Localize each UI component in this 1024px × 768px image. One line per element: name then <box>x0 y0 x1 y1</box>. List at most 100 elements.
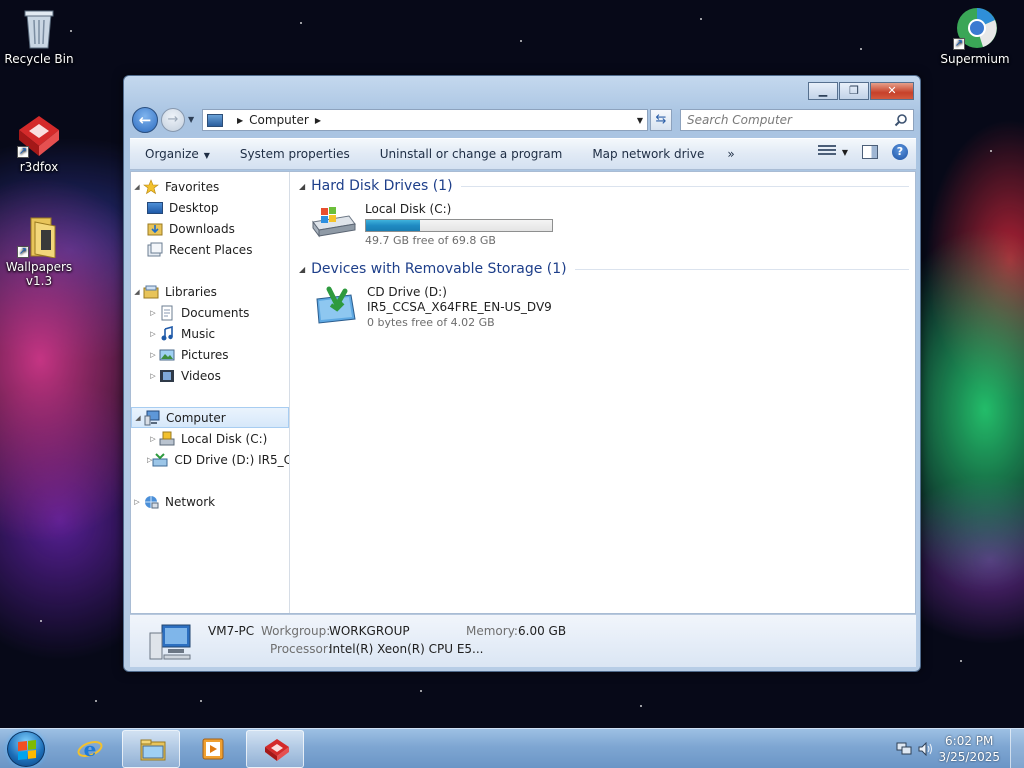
star-icon <box>143 178 159 194</box>
taskbar-internet-explorer[interactable]: e <box>60 730 118 768</box>
breadcrumb-arrow-icon[interactable]: ▶ <box>237 116 243 125</box>
refresh-button[interactable]: ⇆ <box>650 109 672 131</box>
collapsed-arrow-icon[interactable]: ▷ <box>147 351 159 359</box>
tree-item-videos[interactable]: ▷ Videos <box>131 365 289 386</box>
more-commands-button[interactable]: » <box>719 142 742 166</box>
forward-button[interactable]: → <box>161 108 185 132</box>
memory-value: 6.00 GB <box>518 624 567 638</box>
collapsed-arrow-icon[interactable]: ▷ <box>147 372 159 380</box>
tree-item-pictures[interactable]: ▷ Pictures <box>131 344 289 365</box>
drive-local-disk-c[interactable]: Local Disk (C:) 49.7 GB free of 69.8 GB <box>309 202 553 248</box>
tree-item-downloads[interactable]: Downloads <box>131 218 289 239</box>
tree-item-computer[interactable]: ◢ Computer <box>131 407 289 428</box>
downloads-folder-icon <box>147 223 163 235</box>
search-input[interactable] <box>687 113 887 127</box>
explorer-window: ▁ ❐ ✕ ← → ▼ ▶ Computer ▶ ▼ ⇆ Organize ▼ S… <box>123 75 921 672</box>
group-header-removable-storage[interactable]: ◢ Devices with Removable Storage (1) <box>299 261 909 277</box>
main-pane: ◢ Hard Disk Drives (1) Local Disk (C:) 4… <box>291 172 915 613</box>
breadcrumb-computer[interactable]: Computer <box>249 113 309 127</box>
tree-item-network[interactable]: ▷ Network <box>131 491 289 512</box>
processor-value: Intel(R) Xeon(R) CPU E5... <box>329 642 484 656</box>
collapsed-arrow-icon[interactable]: ▷ <box>147 435 159 443</box>
navigation-pane: ◢ Favorites Desktop Downloads Recent Pla… <box>131 172 290 613</box>
system-tray: 6:02 PM 3/25/2025 <box>884 729 1024 768</box>
desktop-icon-recycle-bin[interactable]: Recycle Bin <box>1 6 77 66</box>
clock[interactable]: 6:02 PM 3/25/2025 <box>938 733 1000 765</box>
collapsed-arrow-icon[interactable]: ▷ <box>147 309 159 317</box>
breadcrumb-arrow-icon[interactable]: ▶ <box>315 116 321 125</box>
tree-item-recent-places[interactable]: Recent Places <box>131 239 289 260</box>
tree-item-local-disk[interactable]: ▷ Local Disk (C:) <box>131 428 289 449</box>
address-dropdown-icon[interactable]: ▼ <box>637 116 643 125</box>
tree-item-music[interactable]: ▷ Music <box>131 323 289 344</box>
recent-pages-dropdown[interactable]: ▼ <box>188 115 194 124</box>
collapse-arrow-icon[interactable]: ◢ <box>299 265 305 274</box>
taskbar-r3dfox[interactable] <box>246 730 304 768</box>
workgroup-value: WORKGROUP <box>329 624 410 638</box>
start-button[interactable] <box>7 731 45 767</box>
processor-label: Processor: <box>270 642 332 656</box>
tree-item-documents[interactable]: ▷ Documents <box>131 302 289 323</box>
desktop-icon-r3dfox[interactable]: ↗ r3dfox <box>1 114 77 174</box>
maximize-button[interactable]: ❐ <box>839 82 869 100</box>
command-bar: Organize ▼ System properties Uninstall or… <box>130 138 916 170</box>
search-box[interactable] <box>680 109 914 131</box>
workgroup-label: Workgroup: <box>261 624 331 638</box>
expand-arrow-icon[interactable]: ◢ <box>131 183 143 191</box>
back-button[interactable]: ← <box>132 107 158 133</box>
system-properties-button[interactable]: System properties <box>225 142 365 166</box>
group-divider <box>460 185 909 187</box>
desktop-icon-label: Supermium <box>940 52 1010 66</box>
desktop-icon-label: Wallpapers v1.3 <box>5 260 73 288</box>
group-title: Hard Disk Drives (1) <box>311 178 453 194</box>
cd-drive-icon <box>316 286 356 324</box>
tree-item-label: Favorites <box>165 179 220 194</box>
videos-icon <box>160 369 174 382</box>
taskbar-media-player[interactable] <box>184 730 242 768</box>
collapsed-arrow-icon[interactable]: ▷ <box>131 498 143 506</box>
search-icon[interactable] <box>894 113 908 127</box>
organize-button[interactable]: Organize ▼ <box>130 142 225 166</box>
taskbar: e 6:02 PM 3/25/2025 <box>0 728 1024 768</box>
internet-explorer-icon: e <box>77 737 103 761</box>
collapsed-arrow-icon[interactable]: ▷ <box>147 330 159 338</box>
chevron-down-icon: ▼ <box>203 151 210 160</box>
clock-time: 6:02 PM <box>945 734 994 748</box>
pictures-icon <box>159 349 175 360</box>
tree-item-label: Recent Places <box>169 242 253 257</box>
group-header-hard-disks[interactable]: ◢ Hard Disk Drives (1) <box>299 178 909 194</box>
taskbar-windows-explorer[interactable] <box>122 730 180 768</box>
change-view-button[interactable]: ▼ <box>817 145 848 159</box>
desktop-icon-wallpapers[interactable]: ↗ Wallpapers v1.3 <box>1 214 77 288</box>
tree-item-label: Local Disk (C:) <box>181 431 268 446</box>
close-button[interactable]: ✕ <box>870 82 914 100</box>
navigation-bar: ← → ▼ ▶ Computer ▶ ▼ ⇆ <box>132 107 914 133</box>
computer-icon <box>207 113 223 127</box>
windows-logo-icon <box>18 740 36 760</box>
show-desktop-button[interactable] <box>1010 729 1024 768</box>
tree-item-favorites[interactable]: ◢ Favorites <box>131 176 289 197</box>
drive-volume-label: IR5_CCSA_X64FRE_EN-US_DV9 <box>367 300 552 314</box>
uninstall-program-button[interactable]: Uninstall or change a program <box>365 142 578 166</box>
network-status-icon[interactable] <box>896 742 912 756</box>
volume-icon[interactable] <box>918 742 934 756</box>
clock-date: 3/25/2025 <box>938 750 1000 764</box>
map-network-drive-button[interactable]: Map network drive <box>577 142 719 166</box>
help-icon[interactable]: ? <box>892 144 908 160</box>
group-title: Devices with Removable Storage (1) <box>311 261 567 277</box>
folder-icon: ↗ <box>17 214 61 259</box>
music-note-icon <box>161 325 173 340</box>
preview-pane-icon[interactable] <box>862 145 878 159</box>
desktop-icon <box>147 201 163 214</box>
collapse-arrow-icon[interactable]: ◢ <box>299 182 305 191</box>
tree-item-desktop[interactable]: Desktop <box>131 197 289 218</box>
expand-arrow-icon[interactable]: ◢ <box>131 288 143 296</box>
tree-item-label: Downloads <box>169 221 235 236</box>
tree-item-cd-drive[interactable]: ▷ CD Drive (D:) IR5_CCSA_X64FRE_EN-US_DV… <box>131 449 289 470</box>
minimize-button[interactable]: ▁ <box>808 82 838 100</box>
expand-arrow-icon[interactable]: ◢ <box>132 414 144 422</box>
tree-item-libraries[interactable]: ◢ Libraries <box>131 281 289 302</box>
address-bar[interactable]: ▶ Computer ▶ ▼ <box>202 109 648 131</box>
desktop-icon-supermium[interactable]: ↗ Supermium <box>937 6 1013 66</box>
drive-cd-d[interactable]: CD Drive (D:) IR5_CCSA_X64FRE_EN-US_DV9 … <box>315 285 552 330</box>
